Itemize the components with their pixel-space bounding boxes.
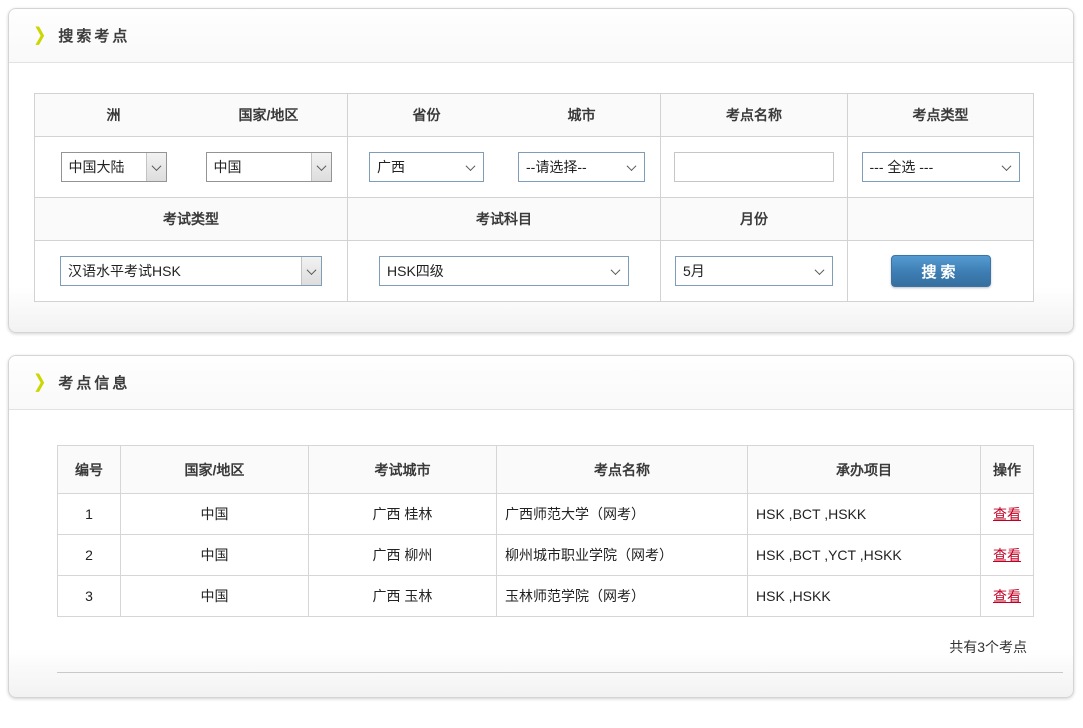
row-no: 2 [58,535,121,576]
search-button[interactable]: 搜索 [891,255,991,287]
row-city: 广西 玉林 [309,576,497,617]
chevron-down-icon [611,265,621,275]
results-panel-header: ❯ 考点信息 [9,356,1073,410]
search-panel-header: ❯ 搜索考点 [9,9,1073,63]
row-country: 中国 [121,494,309,535]
center-type-select-value: --- 全选 --- [870,157,934,177]
country-select-value: 中国 [214,157,242,177]
month-select[interactable]: 5月 [675,256,833,286]
results-table: 编号 国家/地区 考试城市 考点名称 承办项目 操作 1 中国 广西 桂林 广西… [57,445,1034,617]
row-programs: HSK ,BCT ,YCT ,HSKK [748,535,981,576]
city-select[interactable]: --请选择-- [518,152,645,182]
province-select[interactable]: 广西 [369,152,484,182]
search-panel: ❯ 搜索考点 洲 国家/地区 省份 城市 [8,8,1074,333]
arrow-right-icon: ❯ [33,373,46,391]
col-action: 操作 [981,446,1034,494]
row-country: 中国 [121,576,309,617]
row-center: 柳州城市职业学院（网考） [497,535,748,576]
row-programs: HSK ,HSKK [748,576,981,617]
chevron-down-icon [146,153,166,181]
continent-select-value: 中国大陆 [69,157,125,177]
chevron-down-icon [627,161,637,171]
form-label-row-1: 洲 国家/地区 省份 城市 考点名称 考点类型 [35,94,1034,137]
row-city: 广西 桂林 [309,494,497,535]
continent-label: 洲 [36,105,191,125]
table-row: 3 中国 广西 玉林 玉林师范学院（网考） HSK ,HSKK 查看 [58,576,1034,617]
center-name-input[interactable] [674,152,834,182]
center-name-label: 考点名称 [661,94,848,137]
arrow-right-icon: ❯ [33,26,46,44]
row-programs: HSK ,BCT ,HSKK [748,494,981,535]
center-type-select[interactable]: --- 全选 --- [862,152,1020,182]
exam-type-select-value: 汉语水平考试HSK [68,261,181,281]
month-label: 月份 [661,198,848,241]
results-panel: ❯ 考点信息 编号 国家/地区 考试城市 考点名称 承办项目 操作 1 中国 广… [8,355,1074,698]
col-programs: 承办项目 [748,446,981,494]
view-link[interactable]: 查看 [993,547,1021,563]
chevron-down-icon [466,161,476,171]
row-center: 玉林师范学院（网考） [497,576,748,617]
col-no: 编号 [58,446,121,494]
search-panel-title: 搜索考点 [58,25,130,46]
exam-subject-label: 考试科目 [348,198,661,241]
city-select-value: --请选择-- [526,157,587,177]
chevron-down-icon [1001,161,1011,171]
result-count-summary: 共有3个考点 [9,637,1073,657]
search-form-table: 洲 国家/地区 省份 城市 考点名称 考点类型 [34,93,1034,302]
exam-subject-select-value: HSK四级 [387,261,444,281]
form-label-row-2: 考试类型 考试科目 月份 [35,198,1034,241]
row-city: 广西 柳州 [309,535,497,576]
city-label: 城市 [504,105,659,125]
chevron-down-icon [311,153,331,181]
province-label: 省份 [349,105,504,125]
center-type-label: 考点类型 [848,94,1034,137]
results-header-row: 编号 国家/地区 考试城市 考点名称 承办项目 操作 [58,446,1034,494]
bottom-padding [9,673,1073,697]
country-label: 国家/地区 [191,105,346,125]
row-country: 中国 [121,535,309,576]
continent-select[interactable]: 中国大陆 [61,152,167,182]
exam-type-label: 考试类型 [35,198,348,241]
exam-subject-select[interactable]: HSK四级 [379,256,629,286]
col-country: 国家/地区 [121,446,309,494]
form-control-row-1: 中国大陆 中国 [35,137,1034,198]
view-link[interactable]: 查看 [993,506,1021,522]
col-city: 考试城市 [309,446,497,494]
chevron-down-icon [301,257,321,285]
page: ❯ 搜索考点 洲 国家/地区 省份 城市 [0,0,1083,728]
table-row: 2 中国 广西 柳州 柳州城市职业学院（网考） HSK ,BCT ,YCT ,H… [58,535,1034,576]
exam-type-select[interactable]: 汉语水平考试HSK [60,256,322,286]
form-control-row-2: 汉语水平考试HSK HSK四级 5月 [35,241,1034,302]
province-select-value: 广西 [377,157,405,177]
table-row: 1 中国 广西 桂林 广西师范大学（网考） HSK ,BCT ,HSKK 查看 [58,494,1034,535]
results-panel-title: 考点信息 [58,372,130,393]
row-no: 3 [58,576,121,617]
row-no: 1 [58,494,121,535]
col-center: 考点名称 [497,446,748,494]
row-center: 广西师范大学（网考） [497,494,748,535]
country-select[interactable]: 中国 [206,152,332,182]
chevron-down-icon [815,265,825,275]
month-select-value: 5月 [683,261,705,281]
view-link[interactable]: 查看 [993,588,1021,604]
